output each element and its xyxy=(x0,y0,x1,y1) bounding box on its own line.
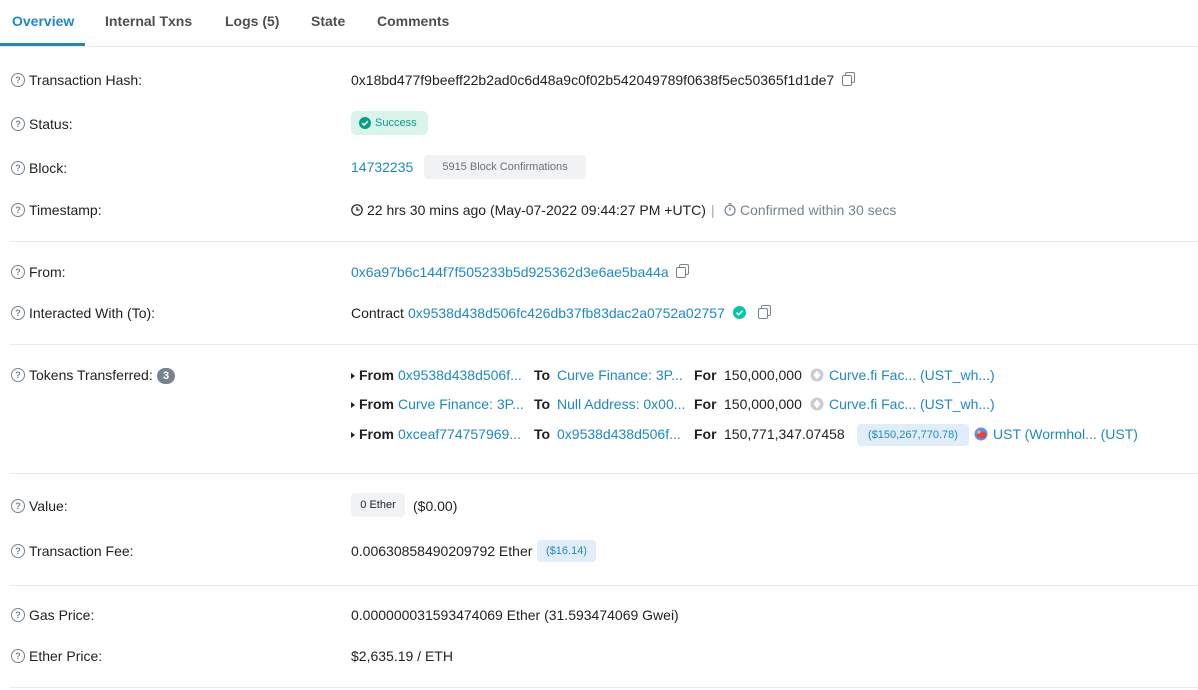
ether-price-value: $2,635.19 / ETH xyxy=(351,648,453,664)
transfer-token-link[interactable]: Curve.fi Fac... (UST_wh...) xyxy=(829,367,995,383)
transfer-from-keyword: From xyxy=(359,426,394,442)
status-badge: Success xyxy=(351,111,428,135)
divider xyxy=(10,585,1198,586)
gas-price-label: Gas Price: xyxy=(29,607,95,623)
tx-fee-value: 0.00630858490209792 Ether xyxy=(351,543,533,559)
transfer-to-link[interactable]: Null Address: 0x00... xyxy=(557,396,685,412)
help-icon[interactable]: ? xyxy=(11,203,25,217)
transfer-to-link[interactable]: Curve Finance: 3P... xyxy=(557,367,683,383)
tab-comments[interactable]: Comments xyxy=(377,13,449,29)
token-count-badge: 3 xyxy=(157,368,175,384)
curve-token-icon xyxy=(810,397,824,411)
gas-price-value: 0.000000031593474069 Ether (31.593474069… xyxy=(351,607,679,623)
caret-right-icon[interactable] xyxy=(351,432,355,438)
caret-right-icon[interactable] xyxy=(351,373,355,379)
transfer-for-keyword: For xyxy=(694,426,717,442)
help-icon[interactable]: ? xyxy=(11,649,25,663)
help-icon[interactable]: ? xyxy=(11,265,25,279)
transfer-from-link[interactable]: 0xceaf774757969... xyxy=(398,426,521,442)
tx-hash-value: 0x18bd477f9beeff22b2ad0c6d48a9c0f02b5420… xyxy=(351,72,835,88)
from-address-link[interactable]: 0x6a97b6c144f7f505233b5d925362d3e6ae5ba4… xyxy=(351,264,669,280)
tab-logs[interactable]: Logs (5) xyxy=(225,13,279,29)
divider xyxy=(10,344,1198,345)
check-circle-icon xyxy=(359,117,371,129)
contract-address-link[interactable]: 0x9538d438d506fc426db37fb83dac2a0752a027… xyxy=(408,305,725,321)
ust-token-icon xyxy=(974,427,988,441)
copy-icon[interactable] xyxy=(676,264,689,278)
help-icon[interactable]: ? xyxy=(11,608,25,622)
help-icon[interactable]: ? xyxy=(11,117,25,131)
confirmed-within: Confirmed within 30 secs xyxy=(740,202,897,218)
tab-state[interactable]: State xyxy=(311,13,345,29)
status-text: Success xyxy=(375,117,417,129)
value-amount-badge: 0 Ether xyxy=(351,493,405,517)
help-icon[interactable]: ? xyxy=(11,306,25,320)
divider xyxy=(10,473,1198,474)
transfer-from-link[interactable]: Curve Finance: 3P... xyxy=(398,396,524,412)
timestamp-label: Timestamp: xyxy=(29,202,102,218)
stopwatch-icon xyxy=(724,203,736,216)
tab-bar: Overview Internal Txns Logs (5) State Co… xyxy=(0,0,1198,47)
clock-icon xyxy=(351,204,363,216)
transfer-token-link[interactable]: UST (Wormhol... (UST) xyxy=(993,426,1138,442)
tokens-transferred-label: Tokens Transferred: xyxy=(29,367,153,383)
help-icon[interactable]: ? xyxy=(11,499,25,513)
tx-hash-label: Transaction Hash: xyxy=(29,72,143,88)
tx-fee-label: Transaction Fee: xyxy=(29,543,134,559)
transfer-amount: 150,771,347.07458 xyxy=(724,426,845,442)
block-number-link[interactable]: 14732235 xyxy=(351,159,413,175)
contract-prefix: Contract xyxy=(351,305,404,321)
help-icon[interactable]: ? xyxy=(11,368,25,382)
tab-internal-txns[interactable]: Internal Txns xyxy=(105,13,192,29)
block-confirmations-badge: 5915 Block Confirmations xyxy=(424,155,586,179)
status-label: Status: xyxy=(29,116,73,132)
transfer-amount: 150,000,000 xyxy=(724,367,802,383)
help-icon[interactable]: ? xyxy=(11,73,25,87)
transfer-to-keyword: To xyxy=(534,426,551,442)
tab-overview[interactable]: Overview xyxy=(12,13,74,29)
from-label: From: xyxy=(29,264,66,280)
transfer-from-keyword: From xyxy=(359,367,394,383)
copy-icon[interactable] xyxy=(758,305,771,319)
caret-right-icon[interactable] xyxy=(351,402,355,408)
tx-fee-usd-badge: ($16.14) xyxy=(537,540,596,562)
active-tab-indicator xyxy=(0,43,85,46)
curve-token-icon xyxy=(810,368,824,382)
divider xyxy=(10,687,1198,688)
transfer-from-keyword: From xyxy=(359,396,394,412)
copy-icon[interactable] xyxy=(842,72,855,86)
help-icon[interactable]: ? xyxy=(11,544,25,558)
transfer-from-link[interactable]: 0x9538d438d506f... xyxy=(398,367,522,383)
transfer-amount: 150,000,000 xyxy=(724,396,802,412)
value-usd: ($0.00) xyxy=(413,498,458,514)
transfer-token-link[interactable]: Curve.fi Fac... (UST_wh...) xyxy=(829,396,995,412)
transfer-to-link[interactable]: 0x9538d438d506f... xyxy=(557,426,681,442)
transfer-for-keyword: For xyxy=(694,396,717,412)
divider xyxy=(10,241,1198,242)
timestamp-value: 22 hrs 30 mins ago (May-07-2022 09:44:27… xyxy=(367,202,706,218)
transfer-usd-badge: ($150,267,770.78) xyxy=(857,424,969,446)
ether-price-label: Ether Price: xyxy=(29,648,103,664)
timestamp-separator: | xyxy=(711,202,715,218)
help-icon[interactable]: ? xyxy=(11,161,25,175)
value-label: Value: xyxy=(29,498,68,514)
transfer-to-keyword: To xyxy=(534,367,551,383)
transfer-for-keyword: For xyxy=(694,367,717,383)
block-label: Block: xyxy=(29,160,68,176)
to-label: Interacted With (To): xyxy=(29,305,156,321)
check-circle-icon xyxy=(733,306,746,319)
transfer-to-keyword: To xyxy=(534,396,551,412)
